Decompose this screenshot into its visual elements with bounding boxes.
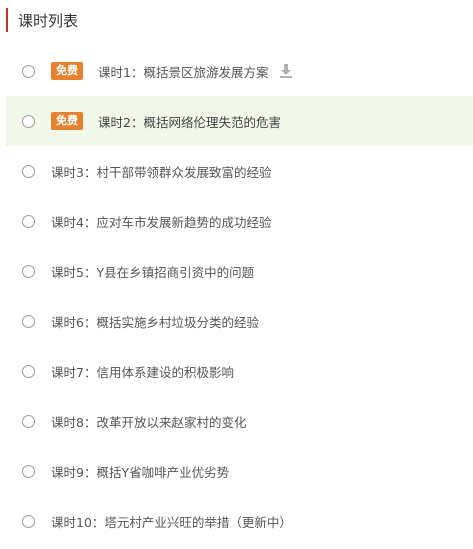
- radio-icon[interactable]: [22, 264, 35, 278]
- download-icon[interactable]: [280, 64, 293, 78]
- radio-icon[interactable]: [22, 314, 35, 328]
- lesson-item-1[interactable]: 免费 课时1：概括景区旅游发展方案: [0, 46, 473, 96]
- radio-icon[interactable]: [22, 214, 35, 228]
- radio-icon[interactable]: [22, 64, 35, 78]
- lesson-title[interactable]: 课时8：改革开放以来赵家村的变化: [51, 412, 246, 431]
- lesson-item-3[interactable]: 课时3：村干部带领群众发展致富的经验: [0, 146, 473, 196]
- lesson-item-8[interactable]: 课时8：改革开放以来赵家村的变化: [0, 396, 473, 446]
- lesson-title[interactable]: 课时6：概括实施乡村垃圾分类的经验: [51, 312, 259, 331]
- lesson-title[interactable]: 课时4：应对车市发展新趋势的成功经验: [51, 212, 271, 231]
- lesson-title[interactable]: 课时5：Y县在乡镇招商引资中的问题: [51, 262, 254, 281]
- lesson-item-5[interactable]: 课时5：Y县在乡镇招商引资中的问题: [0, 246, 473, 296]
- free-badge: 免费: [51, 112, 83, 130]
- lesson-item-6[interactable]: 课时6：概括实施乡村垃圾分类的经验: [0, 296, 473, 346]
- lesson-item-7[interactable]: 课时7：信用体系建设的积极影响: [0, 346, 473, 396]
- section-title: 课时列表: [18, 11, 79, 30]
- radio-icon[interactable]: [22, 364, 35, 378]
- lesson-title[interactable]: 课时10：塔元村产业兴旺的举措（更新中）: [51, 512, 292, 531]
- section-header: 课时列表: [6, 8, 78, 32]
- free-badge: 免费: [51, 62, 83, 80]
- lesson-title[interactable]: 课时1：概括景区旅游发展方案: [98, 62, 268, 81]
- radio-icon[interactable]: [22, 464, 35, 478]
- lesson-title[interactable]: 课时3：村干部带领群众发展致富的经验: [51, 162, 271, 181]
- lesson-item-4[interactable]: 课时4：应对车市发展新趋势的成功经验: [0, 196, 473, 246]
- radio-icon[interactable]: [22, 414, 35, 428]
- radio-icon[interactable]: [22, 514, 35, 528]
- lesson-title[interactable]: 课时7：信用体系建设的积极影响: [51, 362, 234, 381]
- lesson-title[interactable]: 课时2：概括网络伦理失范的危害: [98, 112, 281, 131]
- lesson-item-10[interactable]: 课时10：塔元村产业兴旺的举措（更新中）: [0, 496, 473, 546]
- radio-icon[interactable]: [22, 114, 35, 128]
- lesson-item-2[interactable]: 免费 课时2：概括网络伦理失范的危害: [6, 96, 473, 146]
- lesson-item-9[interactable]: 课时9：概括Y省咖啡产业优劣势: [0, 446, 473, 496]
- lesson-list: 免费 课时1：概括景区旅游发展方案 免费 课时2：概括网络伦理失范的危害 课时3…: [0, 46, 473, 546]
- radio-icon[interactable]: [22, 164, 35, 178]
- lesson-title[interactable]: 课时9：概括Y省咖啡产业优劣势: [51, 462, 229, 481]
